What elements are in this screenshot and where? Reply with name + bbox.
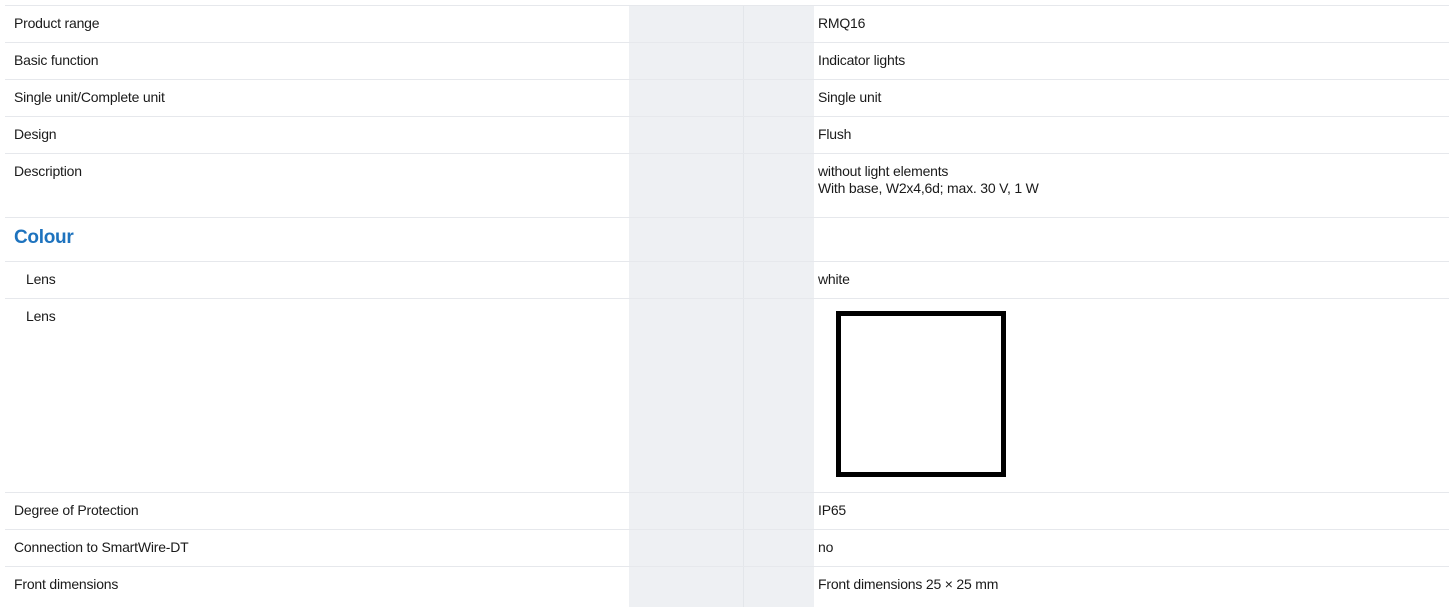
spec-value: RMQ16 bbox=[818, 15, 866, 31]
spec-table: Product range RMQ16 Basic function Indic… bbox=[5, 5, 1449, 605]
spec-label: Connection to SmartWire-DT bbox=[14, 539, 189, 555]
description-line-1: without light elements bbox=[818, 163, 949, 179]
spec-value: Front dimensions 25 × 25 mm bbox=[818, 576, 999, 592]
spec-label: Basic function bbox=[14, 52, 99, 68]
spec-row-smartwire: Connection to SmartWire-DT no bbox=[5, 530, 1449, 567]
spec-label: Product range bbox=[14, 15, 100, 31]
spec-label: Lens bbox=[26, 308, 56, 324]
section-header-colour: Colour bbox=[5, 218, 1449, 262]
spec-value: IP65 bbox=[818, 502, 846, 518]
spec-value: white bbox=[818, 271, 850, 287]
spec-value: without light elements With base, W2x4,6… bbox=[818, 163, 1039, 197]
spec-label: Description bbox=[14, 163, 82, 179]
spec-row-design: Design Flush bbox=[5, 117, 1449, 154]
lens-colour-swatch bbox=[836, 311, 1006, 477]
spec-label: Single unit/Complete unit bbox=[14, 89, 165, 105]
spec-row-product-range: Product range RMQ16 bbox=[5, 5, 1449, 43]
spec-row-degree-of-protection: Degree of Protection IP65 bbox=[5, 493, 1449, 530]
spec-row-single-unit: Single unit/Complete unit Single unit bbox=[5, 80, 1449, 117]
spec-value: no bbox=[818, 539, 834, 555]
spec-value: Flush bbox=[818, 126, 852, 142]
description-line-2: With base, W2x4,6d; max. 30 V, 1 W bbox=[818, 180, 1039, 196]
spec-label: Front dimensions bbox=[14, 576, 119, 592]
spec-label: Design bbox=[14, 126, 57, 142]
spec-row-lens-swatch: Lens bbox=[5, 299, 1449, 493]
spec-row-lens-colour: Lens white bbox=[5, 262, 1449, 299]
spec-row-basic-function: Basic function Indicator lights bbox=[5, 43, 1449, 80]
spec-row-description: Description without light elements With … bbox=[5, 154, 1449, 218]
spec-label: Degree of Protection bbox=[14, 502, 139, 518]
spec-value: Indicator lights bbox=[818, 52, 906, 68]
spec-row-front-dimensions: Front dimensions Front dimensions 25 × 2… bbox=[5, 567, 1449, 605]
spec-value: Single unit bbox=[818, 89, 882, 105]
spec-label: Lens bbox=[26, 271, 56, 287]
section-title: Colour bbox=[14, 227, 74, 248]
